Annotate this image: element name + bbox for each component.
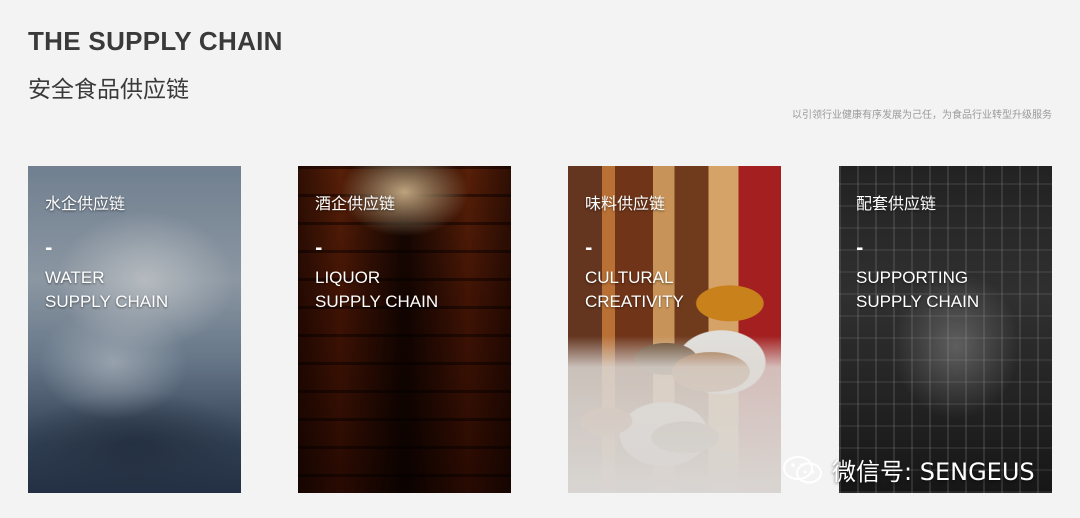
wechat-icon: [783, 455, 822, 483]
card-title-cn: 水企供应链: [45, 194, 126, 213]
card-title-cn: 酒企供应链: [315, 194, 396, 213]
card-line-2: CREATIVITY: [585, 292, 684, 311]
wechat-watermark: 微信号: SENGEUS: [782, 452, 1035, 487]
card-supporting-supply-chain[interactable]: 配套供应链 - SUPPORTING SUPPLY CHAIN: [839, 166, 1052, 493]
card-dash: -: [856, 238, 864, 259]
card-dash: -: [315, 238, 323, 259]
card-line-1: CULTURAL: [585, 268, 674, 287]
page-title-en: THE SUPPLY CHAIN: [28, 26, 283, 56]
card-dash: -: [585, 238, 593, 259]
card-title-en: WATER SUPPLY CHAIN: [45, 266, 168, 314]
card-liquor-supply-chain[interactable]: 酒企供应链 - LIQUOR SUPPLY CHAIN: [298, 166, 511, 493]
card-cultural-creativity[interactable]: 味料供应链 - CULTURAL CREATIVITY: [568, 166, 781, 493]
card-line-1: LIQUOR: [315, 268, 381, 287]
card-title-en: LIQUOR SUPPLY CHAIN: [315, 266, 438, 314]
card-water-supply-chain[interactable]: 水企供应链 - WATER SUPPLY CHAIN: [28, 166, 241, 493]
card-dash: -: [45, 238, 53, 259]
card-title-en: CULTURAL CREATIVITY: [585, 266, 684, 314]
page-title-cn: 安全食品供应链: [28, 77, 189, 103]
card-line-2: SUPPLY CHAIN: [315, 292, 439, 311]
card-line-2: SUPPLY CHAIN: [856, 292, 980, 311]
card-line-1: SUPPORTING: [856, 268, 969, 287]
card-title-cn: 配套供应链: [856, 194, 937, 213]
card-line-2: SUPPLY CHAIN: [45, 292, 169, 311]
tagline: 以引领行业健康有序发展为己任，为食品行业转型升级服务: [792, 110, 1052, 121]
card-title-cn: 味料供应链: [585, 194, 666, 213]
card-line-1: WATER: [45, 268, 105, 287]
card-title-en: SUPPORTING SUPPLY CHAIN: [856, 266, 979, 314]
watermark-text: 微信号: SENGEUS: [832, 458, 1035, 486]
